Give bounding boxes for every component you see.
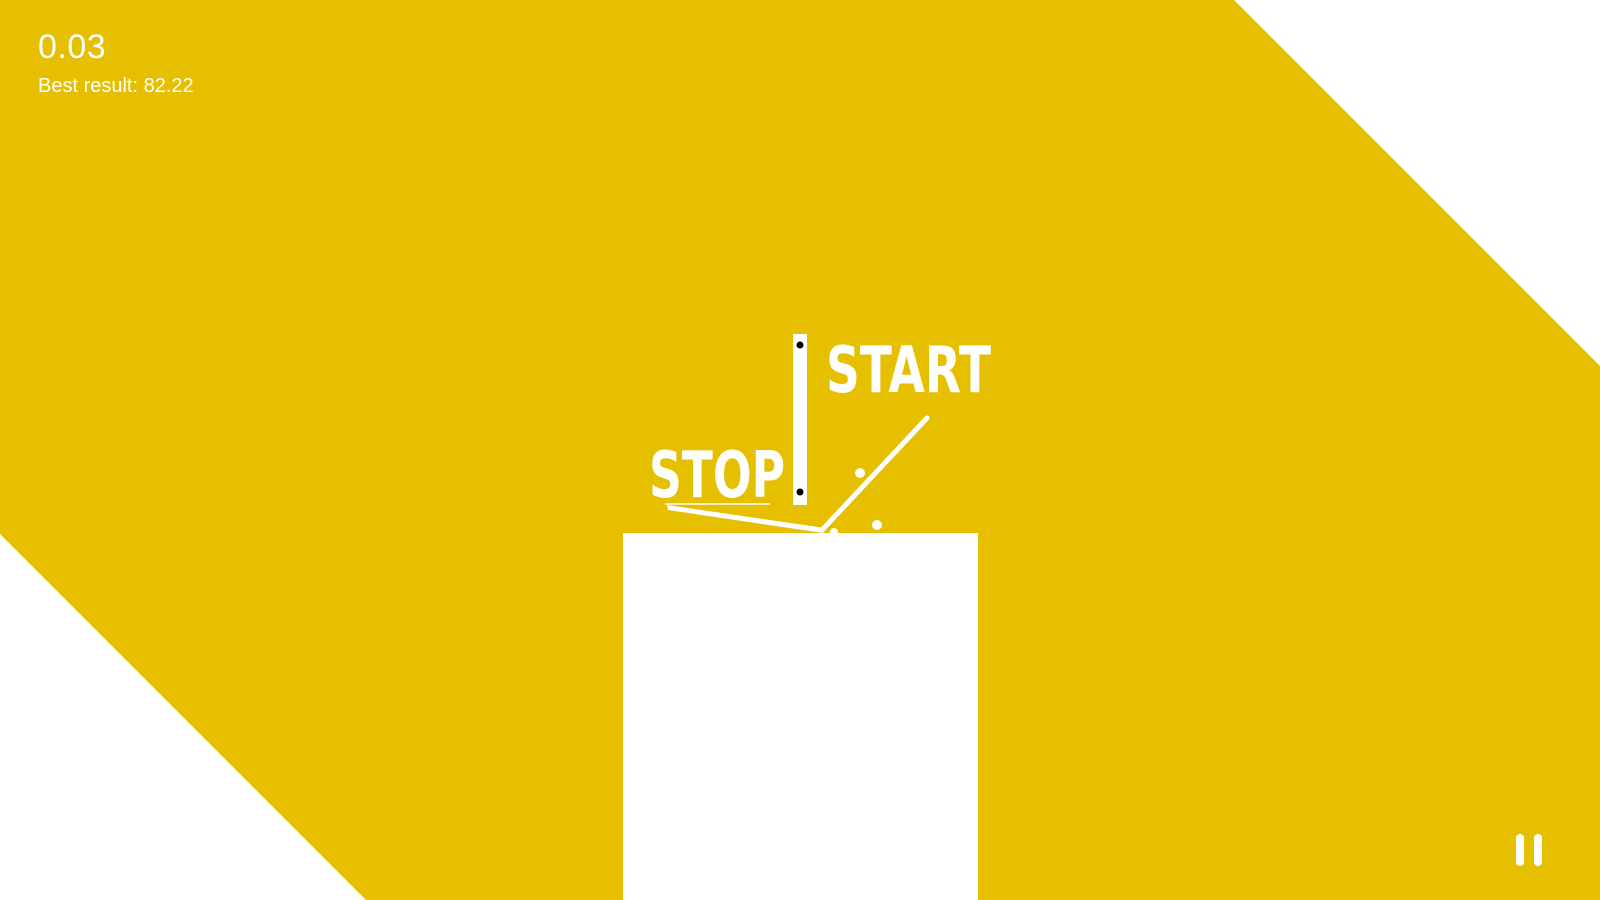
stop-sign: STOP	[649, 439, 785, 513]
gate-hinge-bottom	[796, 488, 804, 496]
pause-icon-bar-right	[1534, 834, 1542, 866]
ragdoll-joint-upper	[855, 468, 865, 478]
pause-icon-bar-left	[1516, 834, 1524, 866]
pause-button[interactable]	[1510, 830, 1550, 870]
timer-display: 0.03	[38, 28, 107, 66]
gate-hinge-top	[796, 341, 804, 349]
game-scene: START STOP	[0, 0, 1600, 900]
pedestal-block	[623, 533, 978, 900]
best-result-label: Best result: 82.22	[38, 75, 194, 97]
ragdoll-joint-lower	[872, 520, 882, 530]
ragdoll-joint-base	[830, 528, 838, 536]
game-viewport[interactable]: START STOP 0.03 Best result: 82.22	[0, 0, 1600, 900]
start-gate-post	[793, 334, 807, 505]
start-sign: START	[826, 334, 991, 408]
